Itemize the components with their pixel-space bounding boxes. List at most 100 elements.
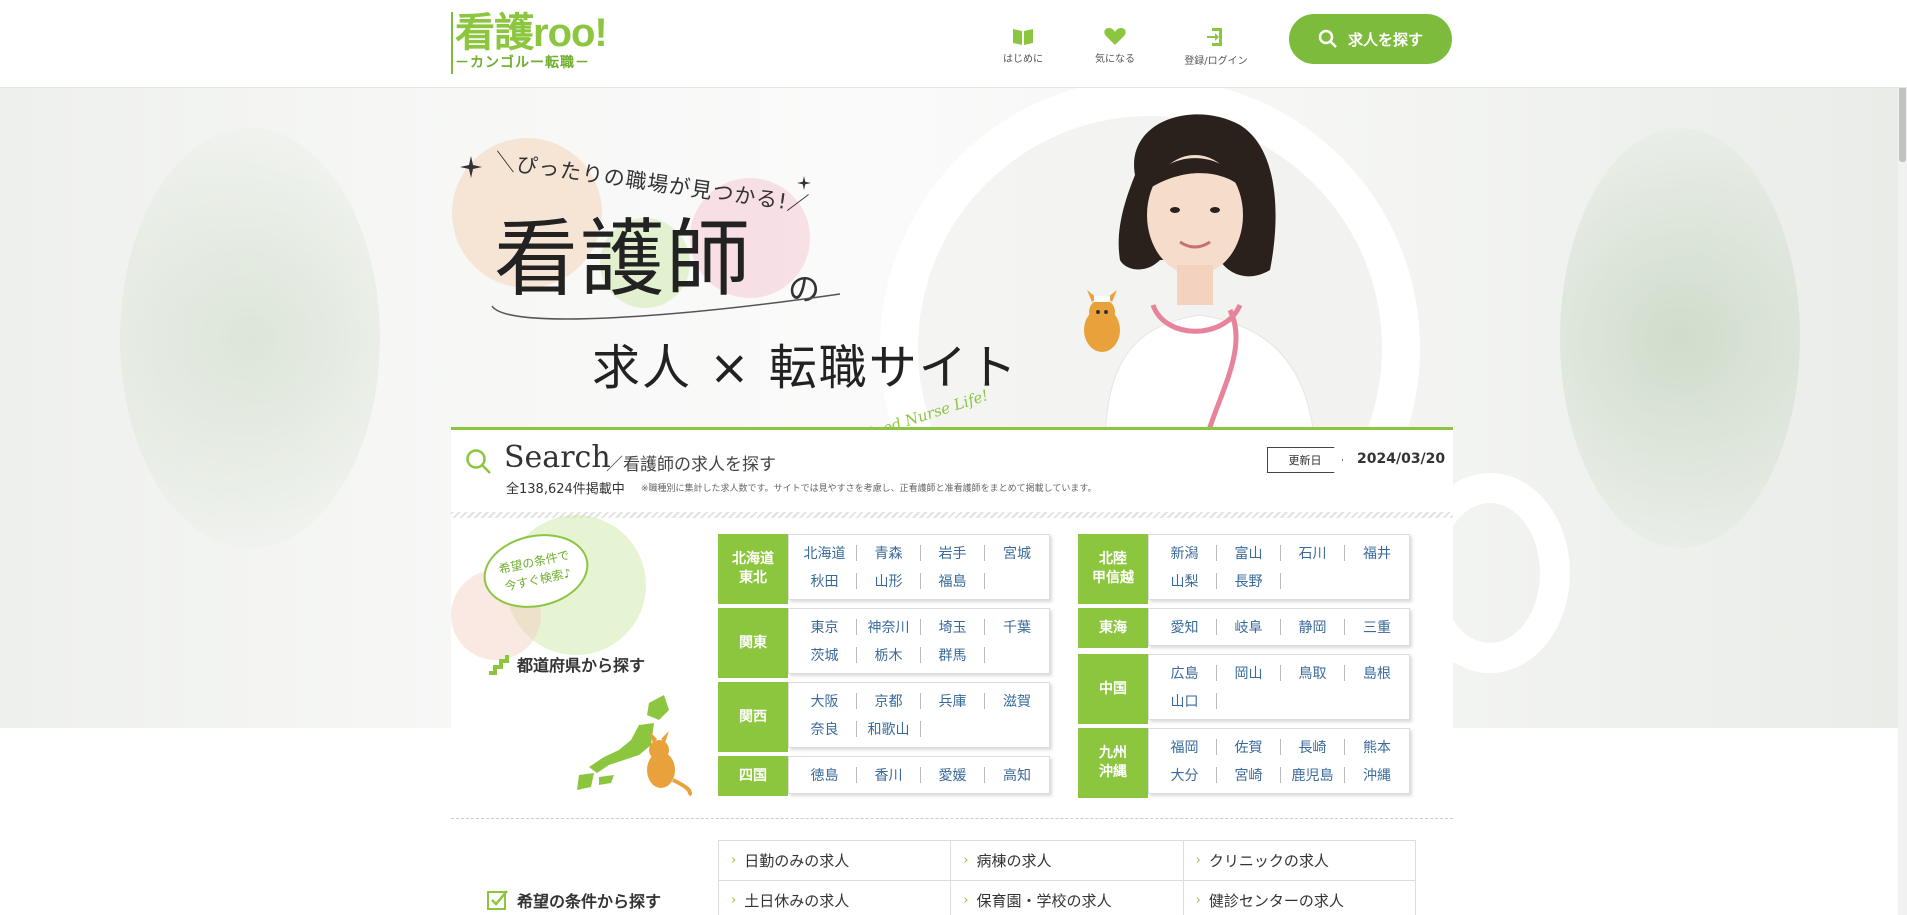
pref-link[interactable]: 滋賀 xyxy=(985,693,1049,710)
pref-list: 愛知 岐阜 静岡 三重 xyxy=(1148,608,1410,646)
book-icon xyxy=(1013,29,1033,45)
condition-link[interactable]: › 病棟の求人 xyxy=(951,841,1184,881)
login-icon xyxy=(1207,28,1222,46)
region-chugoku: 中国 広島 岡山 鳥取 島根 山口 xyxy=(1078,654,1410,724)
pref-link[interactable]: 高知 xyxy=(985,767,1049,784)
region-label: 東海 xyxy=(1078,608,1148,648)
pref-link[interactable]: 宮崎 xyxy=(1217,767,1281,784)
region-label: 九州 沖縄 xyxy=(1078,728,1148,798)
pref-link[interactable]: 岡山 xyxy=(1217,665,1281,682)
pref-link[interactable]: 山梨 xyxy=(1153,573,1217,590)
region-kanto: 関東 東京 神奈川 埼玉 千葉 茨城 栃木 群馬 xyxy=(718,608,1050,678)
pref-link[interactable]: 埼玉 xyxy=(921,619,985,636)
background-blur xyxy=(120,128,380,548)
divider xyxy=(451,512,1453,518)
pref-link[interactable]: 茨城 xyxy=(793,647,857,664)
condition-label: 土日休みの求人 xyxy=(744,892,850,910)
pref-link[interactable]: 福島 xyxy=(921,573,985,590)
condition-link[interactable]: › クリニックの求人 xyxy=(1183,841,1416,881)
condition-link[interactable]: › 健診センターの求人 xyxy=(1184,881,1416,915)
search-subheading: ／看護師の求人を探す xyxy=(606,455,776,475)
pref-list: 福岡 佐賀 長崎 熊本 大分 宮崎 鹿児島 沖縄 xyxy=(1148,728,1410,794)
job-search-button[interactable]: 求人を探す xyxy=(1289,14,1452,64)
pref-link[interactable]: 鳥取 xyxy=(1281,665,1345,682)
pref-link[interactable]: 兵庫 xyxy=(921,693,985,710)
update-badge: 更新日 xyxy=(1267,447,1343,473)
logo-sub-text: －カンゴルー転職－ xyxy=(455,55,590,71)
pref-link[interactable]: 東京 xyxy=(793,619,857,636)
pref-search-heading-text: 都道府県から探す xyxy=(517,656,646,675)
pref-link[interactable]: 栃木 xyxy=(857,647,921,664)
pref-link[interactable]: 愛知 xyxy=(1153,619,1217,636)
pref-link[interactable]: 三重 xyxy=(1345,619,1409,636)
pref-list: 徳島 香川 愛媛 高知 xyxy=(788,756,1050,794)
search-bubble-text: 希望の条件で 今すぐ検索♪ xyxy=(497,547,573,594)
condition-label: 保育園・学校の求人 xyxy=(976,892,1112,910)
condition-label: 病棟の求人 xyxy=(976,852,1052,870)
pref-link[interactable]: 新潟 xyxy=(1153,545,1217,562)
pref-link[interactable]: 岐阜 xyxy=(1217,619,1281,636)
nav-login-label: 登録/ログイン xyxy=(1184,56,1248,67)
job-search-label: 求人を探す xyxy=(1347,30,1423,49)
pref-link[interactable]: 佐賀 xyxy=(1217,739,1281,756)
pref-link[interactable]: 神奈川 xyxy=(857,619,921,636)
chevron-right-icon: › xyxy=(1195,893,1201,908)
search-panel: Search ／看護師の求人を探す 全138,624件掲載中 ※職種別に集計した… xyxy=(451,427,1453,915)
pref-link[interactable]: 和歌山 xyxy=(857,721,921,738)
nav-login[interactable]: 登録/ログイン xyxy=(1171,26,1261,67)
pref-link[interactable]: 山形 xyxy=(857,573,921,590)
pref-link[interactable]: 群馬 xyxy=(921,647,985,664)
condition-link[interactable]: › 土日休みの求人 xyxy=(719,881,952,915)
condition-link[interactable]: › 保育園・学校の求人 xyxy=(951,881,1184,915)
chevron-right-icon: › xyxy=(731,893,737,908)
site-logo[interactable]: 看護roo! －カンゴルー転職－ xyxy=(451,12,626,74)
nav-favorites[interactable]: 気になる xyxy=(1070,26,1160,65)
pref-link[interactable]: 宮城 xyxy=(985,545,1049,562)
condition-link[interactable]: › 日勤のみの求人 xyxy=(719,841,952,881)
chevron-right-icon: › xyxy=(731,853,737,868)
update-date: 2024/03/20 xyxy=(1357,451,1446,467)
page-scrollbar[interactable] xyxy=(1898,0,1907,915)
pref-link[interactable]: 長崎 xyxy=(1281,739,1345,756)
region-kyushu-okinawa: 九州 沖縄 福岡 佐賀 長崎 熊本 大分 宮崎 鹿児島 沖縄 xyxy=(1078,728,1410,798)
pref-link[interactable]: 広島 xyxy=(1153,665,1217,682)
pref-search-heading: 都道府県から探す xyxy=(487,652,645,676)
stairs-icon xyxy=(489,655,509,675)
pref-link[interactable]: 秋田 xyxy=(793,573,857,590)
pref-link[interactable]: 大阪 xyxy=(793,693,857,710)
region-label: 北陸 甲信越 xyxy=(1078,534,1148,604)
heart-icon xyxy=(1104,28,1126,45)
condition-search-heading: 希望の条件から探す xyxy=(487,888,661,912)
region-shikoku: 四国 徳島 香川 愛媛 高知 xyxy=(718,756,1050,796)
pref-link[interactable]: 福岡 xyxy=(1153,739,1217,756)
pref-link[interactable]: 静岡 xyxy=(1281,619,1345,636)
pref-link[interactable]: 徳島 xyxy=(793,767,857,784)
pref-link[interactable]: 香川 xyxy=(857,767,921,784)
pref-link[interactable]: 福井 xyxy=(1345,545,1409,562)
pref-link[interactable]: 青森 xyxy=(857,545,921,562)
pref-link[interactable]: 長野 xyxy=(1217,573,1281,590)
sparkle-icon xyxy=(460,156,482,178)
pref-link[interactable]: 岩手 xyxy=(921,545,985,562)
pref-link[interactable]: 島根 xyxy=(1345,665,1409,682)
pref-link[interactable]: 沖縄 xyxy=(1345,767,1409,784)
pref-link[interactable]: 奈良 xyxy=(793,721,857,738)
pref-link[interactable]: 千葉 xyxy=(985,619,1049,636)
pref-link[interactable]: 大分 xyxy=(1153,767,1217,784)
pref-link[interactable]: 石川 xyxy=(1281,545,1345,562)
search-icon xyxy=(1318,29,1337,48)
pref-link[interactable]: 愛媛 xyxy=(921,767,985,784)
pref-link[interactable]: 山口 xyxy=(1153,693,1217,710)
region-hokkaido-tohoku: 北海道 東北 北海道 青森 岩手 宮城 秋田 山形 福島 xyxy=(718,534,1050,604)
pref-link[interactable]: 鹿児島 xyxy=(1281,767,1345,784)
pref-link[interactable]: 熊本 xyxy=(1345,739,1409,756)
pref-link[interactable]: 北海道 xyxy=(793,545,857,562)
pref-link[interactable]: 京都 xyxy=(857,693,921,710)
job-count: 全138,624件掲載中 xyxy=(506,482,625,497)
pref-link[interactable]: 富山 xyxy=(1217,545,1281,562)
search-icon xyxy=(466,449,491,474)
condition-label: 健診センターの求人 xyxy=(1208,892,1344,910)
nav-intro[interactable]: はじめに xyxy=(978,26,1068,65)
chevron-right-icon: › xyxy=(1195,853,1201,868)
region-label: 関東 xyxy=(718,608,788,678)
